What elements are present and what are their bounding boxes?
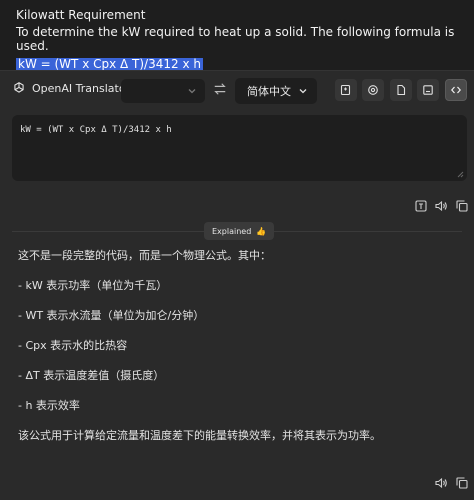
chevron-down-icon: [299, 89, 307, 94]
add-note-icon: [340, 84, 351, 96]
code-icon: [450, 86, 462, 94]
target-language-select[interactable]: 简体中文: [235, 78, 317, 104]
ocr-icon[interactable]: [414, 199, 428, 213]
explained-label: Explained: [212, 226, 252, 236]
save-icon: [423, 85, 433, 95]
save-button[interactable]: [417, 79, 439, 101]
result-line: - ΔT 表示温度差值（摄氏度）: [18, 369, 165, 382]
source-language-select[interactable]: [121, 79, 205, 103]
swap-arrows-icon[interactable]: [213, 82, 227, 96]
source-text-input[interactable]: kW = (WT x Cpx Δ T)/3412 x h: [12, 115, 467, 181]
speaker-icon[interactable]: [434, 199, 448, 213]
target-language-value: 简体中文: [247, 85, 291, 98]
openai-logo-icon: [14, 82, 24, 93]
result-line: 该公式用于计算给定流量和温度差下的能量转换效率，并将其表示为功率。: [18, 429, 381, 442]
document-icon: [397, 84, 406, 96]
openai-settings-icon: [368, 85, 378, 95]
selected-text[interactable]: kW = (WT x Cpx Δ T)/3412 x h: [16, 58, 203, 70]
result-line: 这不是一段完整的代码，而是一个物理公式。其中：: [18, 249, 271, 262]
copy-icon[interactable]: [455, 476, 469, 490]
page-description: To determine the kW required to heat up …: [16, 25, 455, 53]
app-name: OpenAI Translator: [32, 81, 131, 95]
copy-icon[interactable]: [455, 199, 469, 213]
result-line: - kW 表示功率（单位为千瓦）: [18, 279, 168, 292]
resize-handle-icon[interactable]: [456, 170, 464, 178]
translator-header: OpenAI Translator 简体中文: [0, 71, 474, 109]
translation-result: 这不是一段完整的代码，而是一个物理公式。其中： - kW 表示功率（单位为千瓦）…: [18, 249, 458, 459]
explained-badge: Explained 👍: [204, 222, 275, 240]
result-line: - h 表示效率: [18, 399, 80, 412]
document-button[interactable]: [390, 79, 412, 101]
source-text-value: kW = (WT x Cpx Δ T)/3412 x h: [20, 125, 172, 135]
brand: OpenAI Translator: [12, 81, 130, 95]
translator-panel: OpenAI Translator 简体中文 kW = (WT x Cpx Δ …: [0, 70, 474, 500]
code-button[interactable]: [445, 79, 467, 101]
page-title: Kilowatt Requirement: [16, 8, 146, 22]
chevron-down-icon: [188, 89, 196, 94]
result-line: - Cpx 表示水的比热容: [18, 339, 128, 352]
openai-settings-button[interactable]: [362, 79, 384, 101]
thumbs-up-icon: 👍: [256, 226, 267, 236]
speaker-icon[interactable]: [434, 476, 448, 490]
result-line: - WT 表示水流量（单位为加仑/分钟）: [18, 309, 205, 322]
add-note-button[interactable]: [335, 79, 357, 101]
host-page: Kilowatt Requirement To determine the kW…: [0, 0, 474, 70]
